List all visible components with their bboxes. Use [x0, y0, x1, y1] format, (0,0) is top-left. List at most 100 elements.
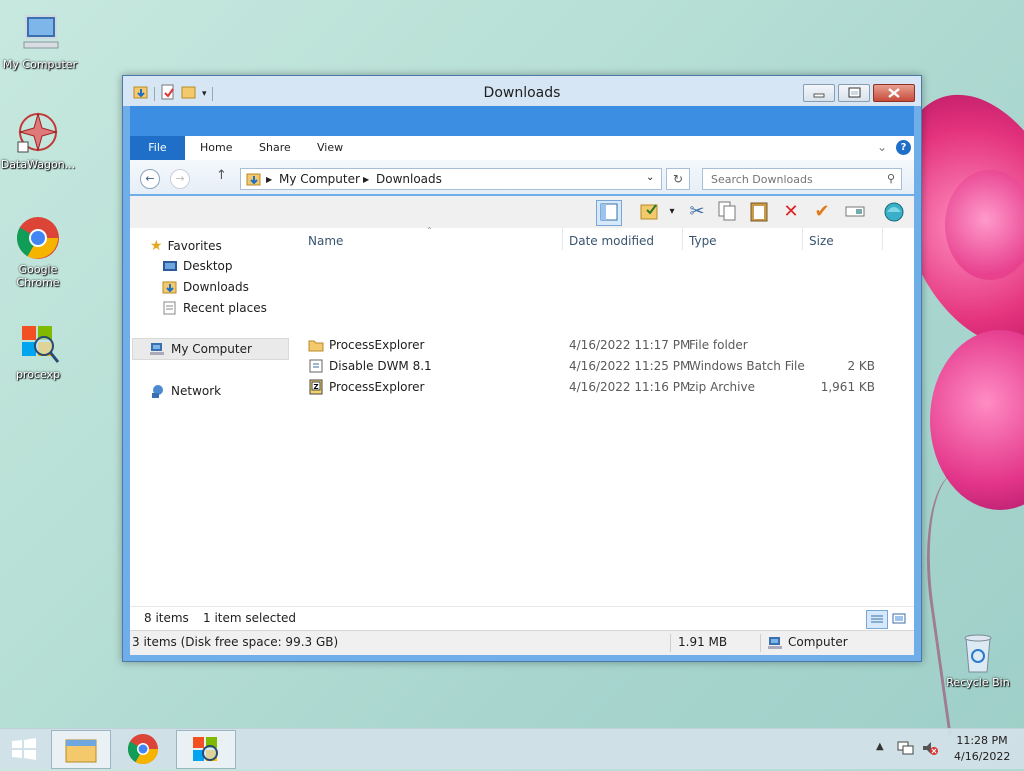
minimize-button[interactable] — [803, 84, 835, 102]
computer-icon — [16, 10, 64, 56]
taskbar-explorer-button[interactable] — [51, 730, 111, 769]
large-icons-view-button[interactable] — [890, 610, 908, 627]
status-summary: 3 items (Disk free space: 99.3 GB) — [132, 635, 339, 649]
nav-downloads[interactable]: Downloads — [162, 280, 249, 294]
tab-home[interactable]: Home — [200, 141, 232, 154]
desktop-icon-label: procexp — [15, 368, 61, 381]
svg-text:Z: Z — [314, 383, 319, 391]
datawagon-icon — [14, 110, 62, 156]
ribbon-expand-icon[interactable]: ⌄ — [877, 140, 887, 154]
file-date: 4/16/2022 11:17 PM — [569, 338, 691, 352]
refresh-button[interactable]: ↻ — [666, 168, 690, 190]
wallpaper-stem — [912, 464, 1024, 736]
help-icon[interactable]: ? — [896, 140, 911, 155]
column-divider[interactable] — [562, 228, 563, 250]
search-input[interactable] — [709, 172, 878, 187]
back-button[interactable]: ← — [140, 169, 160, 189]
caption-buttons — [803, 84, 915, 102]
breadcrumb-my-computer[interactable]: My Computer — [279, 172, 360, 186]
column-divider[interactable] — [882, 228, 883, 250]
table-row[interactable]: Disable DWM 8.1 4/16/2022 11:25 PM Windo… — [300, 356, 900, 377]
computer-icon — [768, 636, 784, 653]
shell-icon[interactable] — [882, 200, 906, 224]
forward-button[interactable]: → — [170, 169, 190, 189]
maximize-button[interactable] — [838, 84, 870, 102]
show-hidden-icons-icon[interactable]: ▲ — [876, 741, 884, 752]
item-count: 8 items — [144, 611, 189, 625]
delete-icon[interactable]: ✕ — [779, 200, 803, 224]
system-clock[interactable]: 11:28 PM 4/16/2022 — [954, 733, 1010, 765]
window-title: Downloads — [483, 85, 561, 101]
file-type: File folder — [689, 338, 748, 352]
address-bar-row: ← → ↑ ▶ My Computer ▶ Downloads ⌄ ↻ ⚲ — [130, 160, 914, 194]
network-status-icon[interactable] — [897, 740, 915, 759]
nav-label: Recent places — [183, 301, 267, 315]
file-name: ProcessExplorer — [329, 380, 425, 394]
desktop-icon-recycle-bin[interactable]: Recycle Bin — [938, 630, 1018, 689]
content-area: ★ Favorites Desktop Downloads Recent pla… — [130, 226, 914, 606]
title-bar[interactable]: ▾ Downloads — [123, 76, 921, 106]
desktop-icon-label: DataWagon... — [0, 158, 76, 171]
status-bar: 3 items (Disk free space: 99.3 GB) 1.91 … — [130, 630, 914, 655]
folder-icon — [246, 171, 262, 190]
chevron-down-icon[interactable]: ▾ — [660, 200, 684, 224]
column-divider[interactable] — [802, 228, 803, 250]
search-icon[interactable]: ⚲ — [887, 172, 895, 185]
breadcrumb-downloads[interactable]: Downloads — [376, 172, 442, 186]
folder-icon — [308, 337, 324, 356]
file-name: Disable DWM 8.1 — [329, 359, 432, 373]
recent-places-icon — [162, 301, 178, 315]
start-button[interactable] — [10, 737, 38, 761]
nav-my-computer[interactable]: My Computer — [150, 342, 252, 356]
desktop-icon-chrome[interactable]: Google Chrome — [0, 215, 76, 289]
search-box[interactable]: ⚲ — [702, 168, 902, 190]
nav-network[interactable]: Network — [150, 384, 221, 398]
column-header-name[interactable]: Name — [308, 234, 343, 248]
desktop-icon-my-computer[interactable]: My Computer — [2, 10, 78, 71]
column-divider[interactable] — [682, 228, 683, 250]
paste-icon[interactable] — [747, 200, 771, 224]
explorer-window: ▾ Downloads File Home Share View ⌄ ? ← →… — [122, 75, 922, 662]
folder-check-icon[interactable] — [638, 200, 662, 224]
nav-desktop[interactable]: Desktop — [162, 259, 233, 273]
taskbar: ▲ 11:28 PM 4/16/2022 — [0, 728, 1024, 769]
file-date: 4/16/2022 11:16 PM — [569, 380, 691, 394]
navigation-pane: ★ Favorites Desktop Downloads Recent pla… — [130, 228, 290, 606]
details-view-button[interactable] — [866, 610, 888, 629]
volume-muted-icon[interactable] — [921, 740, 939, 759]
preview-pane-icon[interactable] — [596, 200, 622, 226]
chevron-down-icon[interactable]: ⌄ — [646, 172, 654, 183]
tab-view[interactable]: View — [317, 141, 343, 154]
nav-label: My Computer — [171, 342, 252, 356]
close-button[interactable] — [873, 84, 915, 102]
desktop-icon-datawagon[interactable]: DataWagon... — [0, 110, 76, 171]
address-field[interactable]: ▶ My Computer ▶ Downloads ⌄ — [240, 168, 662, 190]
chrome-icon — [14, 215, 62, 261]
desktop-icon-label: My Computer — [2, 58, 78, 71]
breadcrumb-separator-icon: ▶ — [363, 175, 370, 184]
nav-recent-places[interactable]: Recent places — [162, 301, 267, 315]
up-button[interactable]: ↑ — [216, 168, 227, 183]
desktop-icon-procexp[interactable]: procexp — [0, 320, 76, 381]
column-header-size[interactable]: Size — [809, 234, 834, 248]
tab-file[interactable]: File — [130, 136, 185, 160]
file-type: Windows Batch File — [689, 359, 805, 373]
clock-time: 11:28 PM — [956, 734, 1008, 747]
taskbar-procexp-button[interactable] — [176, 730, 236, 769]
sort-arrow-icon: ⌃ — [426, 226, 433, 235]
cut-icon[interactable]: ✂ — [685, 200, 709, 224]
rename-icon[interactable] — [843, 200, 867, 224]
column-header-type[interactable]: Type — [689, 234, 717, 248]
check-icon[interactable]: ✔ — [810, 200, 834, 224]
file-name: ProcessExplorer — [329, 338, 425, 352]
column-header-date[interactable]: Date modified — [569, 234, 654, 248]
network-icon — [150, 384, 166, 398]
procexp-icon — [193, 737, 218, 761]
tab-share[interactable]: Share — [259, 141, 291, 154]
copy-icon[interactable] — [715, 200, 739, 224]
desktop-icon-label: Recycle Bin — [946, 676, 1010, 689]
nav-favorites[interactable]: ★ Favorites — [150, 238, 222, 254]
taskbar-chrome-button[interactable] — [113, 730, 173, 769]
table-row[interactable]: ProcessExplorer 4/16/2022 11:17 PM File … — [300, 335, 900, 356]
table-row[interactable]: Z ProcessExplorer 4/16/2022 11:16 PM zip… — [300, 377, 900, 398]
